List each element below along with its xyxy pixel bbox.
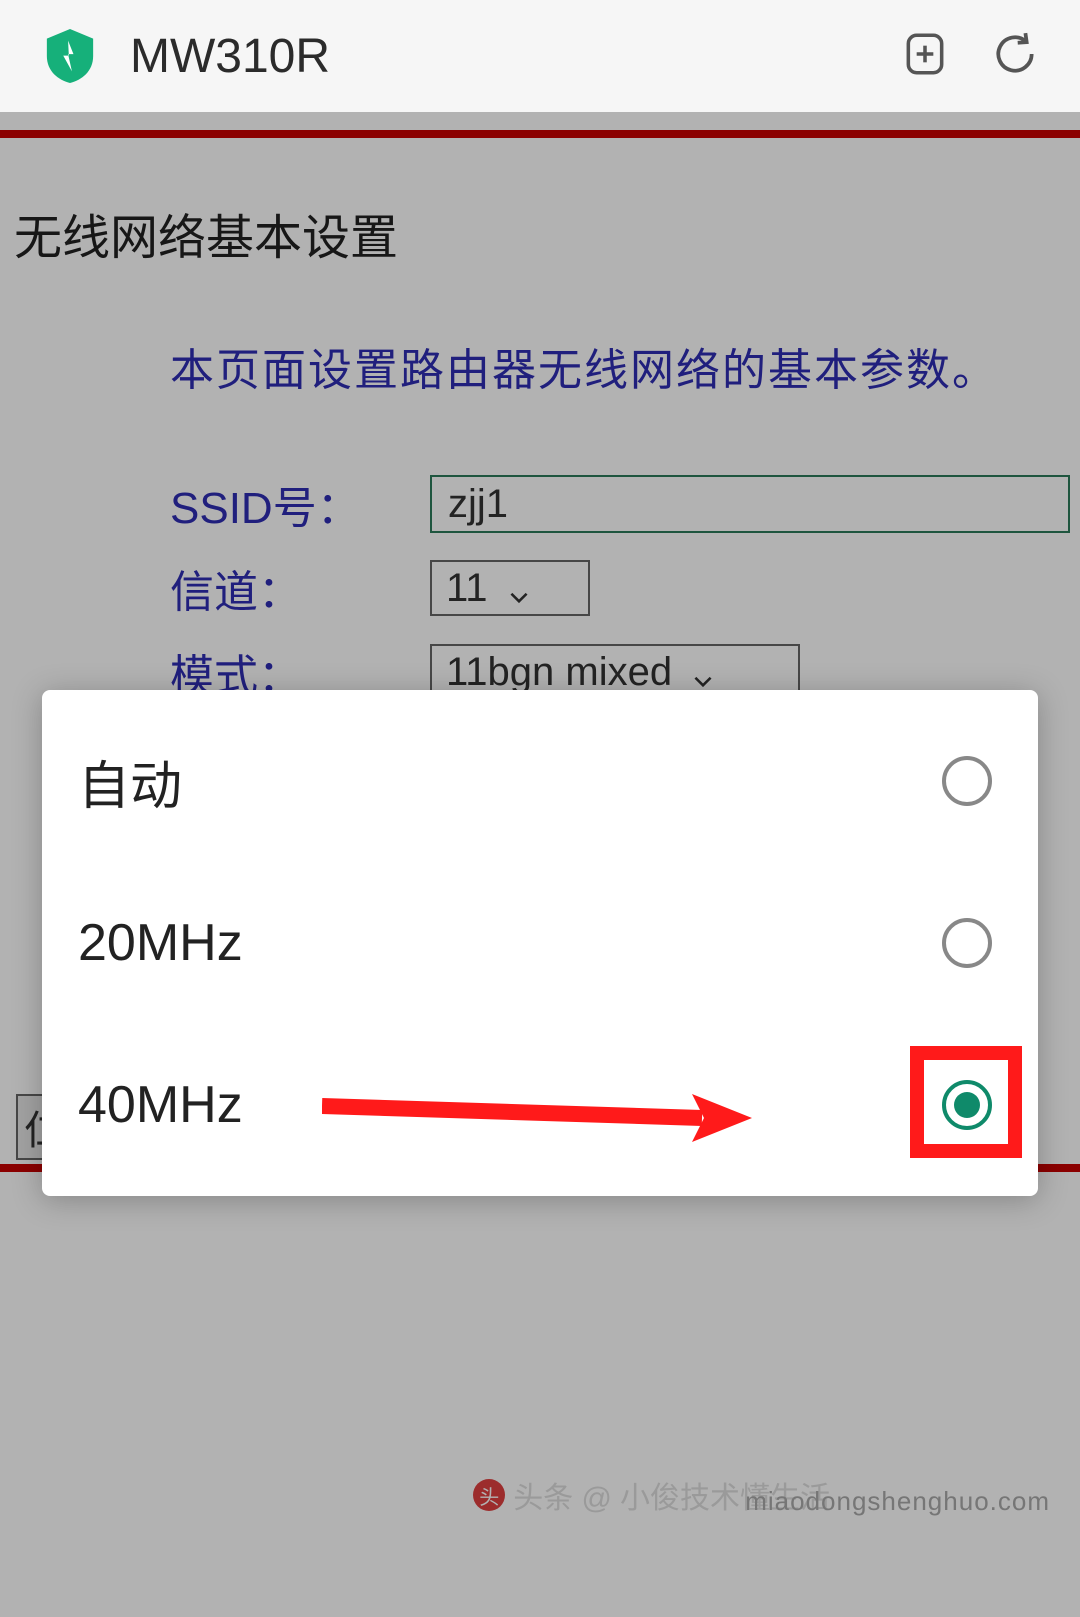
chevron-down-icon	[506, 575, 532, 601]
watermark-site: miaodongshenghuo.com	[745, 1486, 1050, 1517]
mode-value: 11bgn mixed	[446, 650, 672, 695]
radio-icon	[942, 756, 992, 806]
option-40mhz[interactable]: 40MHz	[42, 1024, 1038, 1186]
channel-label: 信道：	[170, 556, 430, 620]
browser-actions	[900, 29, 1040, 84]
channel-select[interactable]: 11	[430, 560, 590, 616]
option-label: 自动	[78, 744, 182, 819]
option-20mhz[interactable]: 20MHz	[42, 862, 1038, 1024]
radio-selected-icon	[942, 1080, 992, 1130]
channel-row: 信道： 11	[170, 548, 1080, 628]
page-title: 无线网络基本设置	[0, 138, 1080, 298]
option-auto[interactable]: 自动	[42, 700, 1038, 862]
url-title-field[interactable]	[130, 29, 864, 84]
bandwidth-options-sheet: 自动 20MHz 40MHz	[42, 690, 1038, 1196]
refresh-icon[interactable]	[990, 29, 1040, 84]
option-label: 20MHz	[78, 913, 243, 973]
toutiao-icon: 头	[473, 1479, 505, 1511]
shield-icon	[46, 29, 94, 83]
add-bookmark-icon[interactable]	[900, 29, 950, 84]
page-description: 本页面设置路由器无线网络的基本参数。	[0, 298, 1080, 434]
browser-address-bar	[0, 0, 1080, 112]
ssid-input[interactable]	[430, 475, 1070, 533]
radio-icon	[942, 918, 992, 968]
watermark-prefix: 头条 @	[513, 1473, 612, 1517]
chevron-down-icon	[690, 659, 716, 685]
channel-value: 11	[446, 566, 488, 611]
ssid-row: SSID号：	[170, 464, 1080, 544]
option-label: 40MHz	[78, 1075, 243, 1135]
top-divider	[0, 130, 1080, 138]
ssid-label: SSID号：	[170, 472, 430, 536]
